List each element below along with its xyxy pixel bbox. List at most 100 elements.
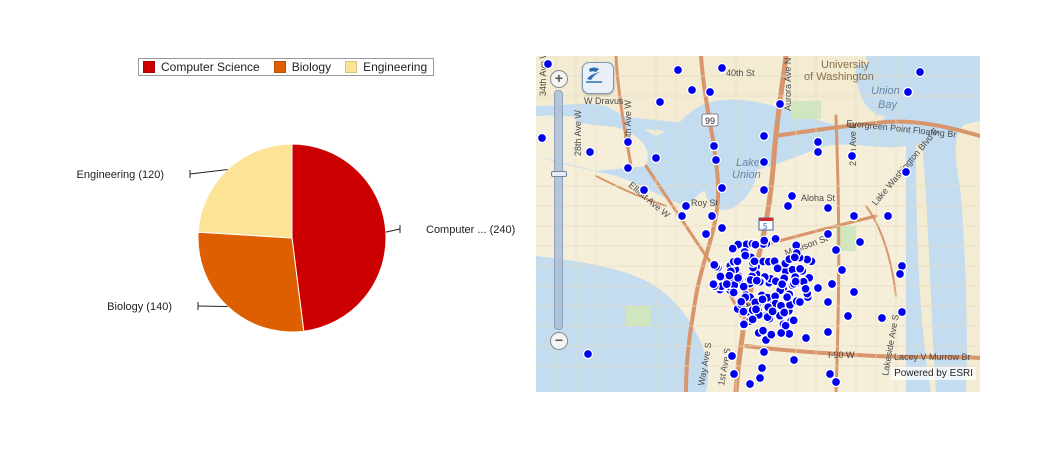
map-marker[interactable]	[724, 270, 735, 281]
map-marker[interactable]	[812, 282, 824, 294]
map-marker[interactable]	[822, 202, 834, 214]
map-marker[interactable]	[779, 307, 790, 318]
map-marker[interactable]	[710, 154, 722, 166]
map-marker[interactable]	[749, 256, 760, 267]
map-marker[interactable]	[914, 66, 926, 78]
map-marker[interactable]	[622, 162, 634, 174]
map-marker[interactable]	[767, 306, 778, 317]
map-marker[interactable]	[536, 132, 548, 144]
map-marker[interactable]	[728, 368, 740, 380]
map-marker[interactable]	[738, 306, 749, 317]
map-marker[interactable]	[708, 279, 719, 290]
map-marker[interactable]	[686, 84, 698, 96]
map-marker[interactable]	[758, 156, 770, 168]
map-marker[interactable]	[726, 350, 738, 362]
map-marker[interactable]	[759, 235, 770, 246]
map-marker[interactable]	[876, 312, 888, 324]
map-marker[interactable]	[638, 184, 650, 196]
pie-slice-engineering[interactable]	[197, 143, 293, 239]
map-marker[interactable]	[826, 278, 838, 290]
map-marker[interactable]	[836, 264, 848, 276]
map-marker[interactable]	[747, 314, 758, 325]
map-marker[interactable]	[894, 268, 906, 280]
map-marker[interactable]	[744, 378, 756, 390]
map-view[interactable]: University of Washington Union Bay Lake …	[536, 56, 980, 392]
map-marker[interactable]	[902, 86, 914, 98]
map-marker[interactable]	[790, 276, 801, 287]
map-marker[interactable]	[709, 259, 720, 271]
map-marker[interactable]	[756, 362, 768, 374]
map-marker[interactable]	[740, 250, 751, 261]
map-marker[interactable]	[676, 210, 688, 222]
map-marker[interactable]	[542, 58, 554, 70]
map-marker[interactable]	[776, 327, 787, 339]
map-marker[interactable]	[766, 329, 777, 340]
map-marker[interactable]	[584, 146, 596, 158]
map-marker[interactable]	[794, 296, 806, 308]
zoom-track[interactable]	[551, 90, 567, 330]
map-marker[interactable]	[680, 200, 692, 212]
map-marker[interactable]	[721, 278, 732, 290]
map-marker[interactable]	[716, 62, 728, 74]
map-marker[interactable]	[896, 306, 908, 318]
pie-slice-computer-science[interactable]	[291, 143, 387, 332]
map-marker[interactable]	[622, 136, 634, 148]
map-marker[interactable]	[794, 263, 806, 274]
map-marker[interactable]	[842, 310, 854, 322]
map-marker[interactable]	[848, 210, 860, 222]
map-marker[interactable]	[716, 182, 728, 194]
map-marker[interactable]	[900, 166, 912, 178]
zoom-out-icon[interactable]: −	[550, 332, 568, 350]
map-marker[interactable]	[732, 256, 743, 267]
map-marker[interactable]	[754, 372, 766, 384]
map-marker[interactable]	[732, 272, 744, 284]
map-marker[interactable]	[704, 86, 716, 98]
map-marker[interactable]	[650, 152, 662, 164]
map-marker[interactable]	[728, 287, 739, 298]
esri-globe-icon[interactable]	[582, 62, 614, 94]
map-marker[interactable]	[757, 294, 768, 305]
map-marker[interactable]	[848, 286, 860, 298]
map-marker[interactable]	[822, 228, 834, 240]
pie-slice-biology[interactable]	[197, 231, 305, 333]
map-marker[interactable]	[736, 296, 747, 307]
map-marker[interactable]	[582, 348, 594, 360]
map-marker[interactable]	[750, 304, 762, 315]
map-marker[interactable]	[782, 200, 794, 212]
map-marker[interactable]	[786, 190, 798, 202]
map-marker[interactable]	[824, 368, 836, 380]
map-marker[interactable]	[750, 239, 761, 250]
map-marker[interactable]	[854, 236, 866, 248]
map-marker[interactable]	[706, 210, 718, 222]
map-marker[interactable]	[758, 184, 770, 196]
map-marker[interactable]	[654, 96, 666, 108]
map-marker[interactable]	[789, 252, 800, 263]
zoom-handle[interactable]	[551, 171, 567, 177]
map-marker[interactable]	[812, 146, 824, 158]
map-marker[interactable]	[727, 243, 738, 254]
map-marker[interactable]	[757, 325, 769, 336]
map-marker[interactable]	[751, 275, 762, 286]
map-marker[interactable]	[830, 244, 842, 256]
map-marker[interactable]	[738, 319, 750, 330]
map-basemap[interactable]: University of Washington Union Bay Lake …	[536, 56, 980, 392]
map-marker[interactable]	[738, 281, 749, 292]
map-marker[interactable]	[830, 376, 842, 388]
map-marker[interactable]	[700, 228, 712, 240]
map-marker[interactable]	[758, 346, 770, 358]
map-marker[interactable]	[788, 315, 799, 326]
map-marker[interactable]	[772, 263, 783, 274]
map-marker[interactable]	[822, 296, 834, 308]
map-marker[interactable]	[800, 283, 811, 294]
map-marker[interactable]	[715, 271, 726, 282]
map-marker[interactable]	[846, 150, 858, 162]
map-marker[interactable]	[800, 332, 812, 344]
map-marker[interactable]	[774, 98, 786, 110]
map-marker[interactable]	[716, 222, 728, 234]
map-marker[interactable]	[758, 130, 770, 142]
map-marker[interactable]	[781, 292, 793, 303]
map-marker[interactable]	[672, 64, 684, 76]
map-marker[interactable]	[770, 233, 781, 244]
map-marker[interactable]	[788, 354, 800, 366]
map-marker[interactable]	[812, 136, 824, 148]
